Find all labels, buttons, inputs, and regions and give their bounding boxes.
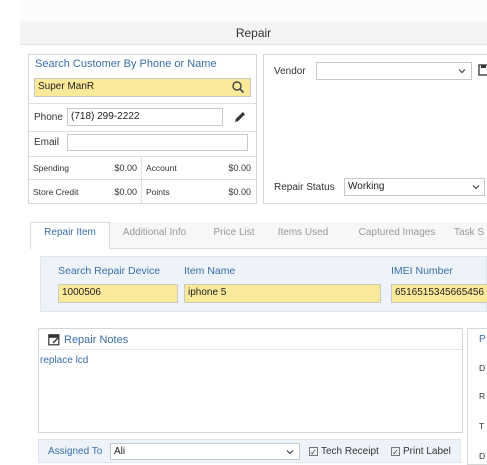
email-field[interactable]	[67, 134, 248, 151]
store-credit-value: $0.00	[114, 187, 137, 197]
repair-status-label: Repair Status	[274, 182, 335, 193]
assigned-to-label: Assigned To	[48, 446, 103, 457]
right-panel-row: D	[479, 363, 486, 373]
right-panel-row: T	[479, 421, 485, 431]
tab-bar: Repair Item Additional Info Price List I…	[30, 222, 487, 249]
window-top-strip	[20, 0, 487, 22]
points-value: $0.00	[228, 187, 251, 197]
divider	[29, 156, 256, 157]
chevron-down-icon[interactable]	[471, 182, 481, 192]
divider	[29, 103, 256, 104]
account-label: Account	[146, 163, 177, 173]
account-value: $0.00	[228, 163, 251, 173]
divider	[29, 179, 256, 180]
vendor-select[interactable]	[316, 62, 472, 80]
right-panel-row: D	[479, 451, 486, 461]
notes-icon	[48, 334, 60, 346]
customer-panel: Search Customer By Phone or Name Super M…	[28, 54, 257, 204]
tech-receipt-checkbox[interactable]: ✓ Tech Receipt	[309, 446, 379, 457]
tab-items-used[interactable]: Items Used	[273, 227, 333, 238]
email-label: Email	[34, 137, 60, 148]
divider	[29, 131, 256, 132]
title-bar: Repair	[20, 22, 487, 45]
repair-notes-text[interactable]: replace lcd	[40, 355, 88, 366]
imei-label: IMEI Number	[391, 265, 453, 277]
spending-value: $0.00	[114, 163, 137, 173]
check-icon: ✓	[309, 446, 318, 457]
window-title: Repair	[235, 26, 272, 40]
assigned-row: Assigned To Ali ✓ Tech Receipt ✓ Print Lab…	[38, 439, 461, 463]
chevron-down-icon[interactable]	[457, 66, 467, 76]
tab-task[interactable]: Task S	[454, 227, 487, 238]
search-icon[interactable]	[229, 79, 247, 96]
phone-field[interactable]: (718) 299-2222	[67, 108, 223, 126]
item-name-input[interactable]: iphone 5	[184, 284, 381, 303]
repair-device-label: Search Repair Device	[58, 265, 161, 277]
repair-device-input[interactable]: 1000506	[58, 284, 178, 303]
tab-captured-images[interactable]: Captured Images	[351, 227, 443, 238]
right-side-panel: P D R T D	[467, 328, 487, 465]
edit-pencil-icon[interactable]	[232, 109, 248, 125]
tab-price-list[interactable]: Price List	[203, 227, 265, 238]
assigned-to-select[interactable]: Ali	[110, 443, 300, 460]
tech-receipt-label: Tech Receipt	[321, 446, 379, 457]
imei-input[interactable]: 6516515345665456	[391, 284, 487, 303]
repair-status-select[interactable]: Working	[344, 178, 485, 196]
repair-notes-panel: Repair Notes replace lcd	[38, 328, 463, 433]
tab-additional-info[interactable]: Additional Info	[113, 227, 196, 238]
store-credit-label: Store Credit	[33, 187, 79, 197]
repair-notes-title: Repair Notes	[64, 334, 129, 346]
chevron-down-icon[interactable]	[285, 447, 295, 457]
right-panel-header: P	[479, 334, 486, 345]
tab-repair-item[interactable]: Repair Item	[30, 227, 110, 238]
repair-item-section: Search Repair Device Item Name IMEI Numb…	[40, 256, 487, 312]
customer-search-label: Search Customer By Phone or Name	[35, 58, 217, 70]
spending-label: Spending	[33, 163, 69, 173]
check-icon: ✓	[391, 446, 400, 457]
points-label: Points	[146, 187, 170, 197]
customer-search-input[interactable]: Super ManR	[34, 78, 251, 97]
vendor-label: Vendor	[274, 66, 306, 77]
right-panel-row: R	[479, 391, 486, 401]
print-label-label: Print Label	[403, 446, 451, 457]
vendor-panel: Vendor Repair Status Working F	[263, 54, 487, 204]
item-name-label: Item Name	[184, 265, 236, 277]
print-label-checkbox[interactable]: ✓ Print Label	[391, 446, 451, 457]
save-icon[interactable]	[478, 64, 487, 76]
phone-label: Phone	[34, 112, 63, 123]
